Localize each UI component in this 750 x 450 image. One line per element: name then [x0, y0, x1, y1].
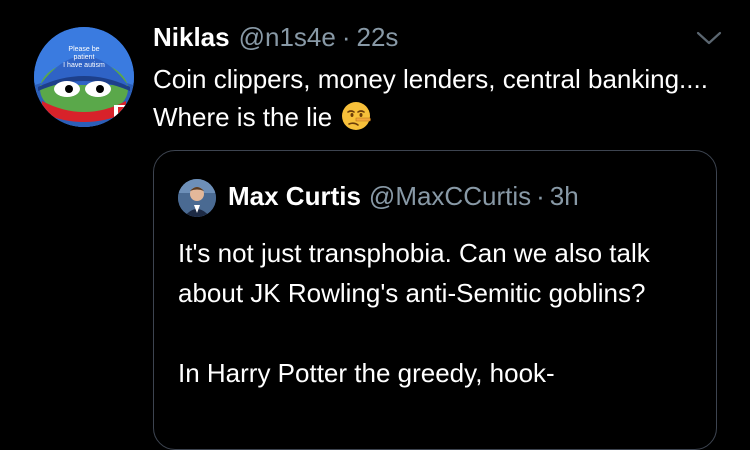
tweet-timestamp[interactable]: 22s — [357, 22, 399, 53]
author-avatar[interactable]: Please be patient I have autism — [34, 27, 134, 127]
quoted-author-name[interactable]: Max Curtis — [228, 181, 361, 212]
tweet-header: Niklas @n1s4e · 22s — [153, 22, 398, 56]
svg-text:Please be: Please be — [68, 46, 99, 53]
chevron-down-icon[interactable] — [694, 28, 724, 48]
quoted-author-handle[interactable]: @MaxCCurtis — [369, 181, 531, 212]
quoted-tweet[interactable]: Max Curtis @MaxCCurtis · 3h It's not jus… — [153, 150, 717, 450]
lying-face-emoji-icon — [342, 102, 371, 130]
quoted-tweet-text: It's not just transphobia. Can we also t… — [178, 233, 698, 393]
tweet-text-content: Coin clippers, money lenders, central ba… — [153, 64, 708, 132]
quoted-author-avatar[interactable] — [178, 179, 216, 217]
tweet-text: Coin clippers, money lenders, central ba… — [153, 60, 713, 136]
svg-text:patient: patient — [73, 54, 94, 61]
quoted-paragraph-1: It's not just transphobia. Can we also t… — [178, 238, 650, 308]
quoted-tweet-header: Max Curtis @MaxCCurtis · 3h — [228, 181, 579, 212]
quoted-tweet-timestamp[interactable]: 3h — [550, 181, 579, 212]
pepe-avatar-icon: Please be patient I have autism — [34, 27, 134, 127]
author-handle[interactable]: @n1s4e — [239, 22, 336, 53]
quoted-paragraph-2: In Harry Potter the greedy, hook- — [178, 358, 555, 388]
separator-dot: · — [536, 181, 545, 211]
author-name[interactable]: Niklas — [153, 22, 230, 53]
person-avatar-icon — [178, 179, 216, 217]
tweet: Please be patient I have autism Niklas @… — [0, 0, 750, 450]
separator-dot: · — [341, 22, 351, 52]
svg-text:I have autism: I have autism — [63, 62, 105, 69]
